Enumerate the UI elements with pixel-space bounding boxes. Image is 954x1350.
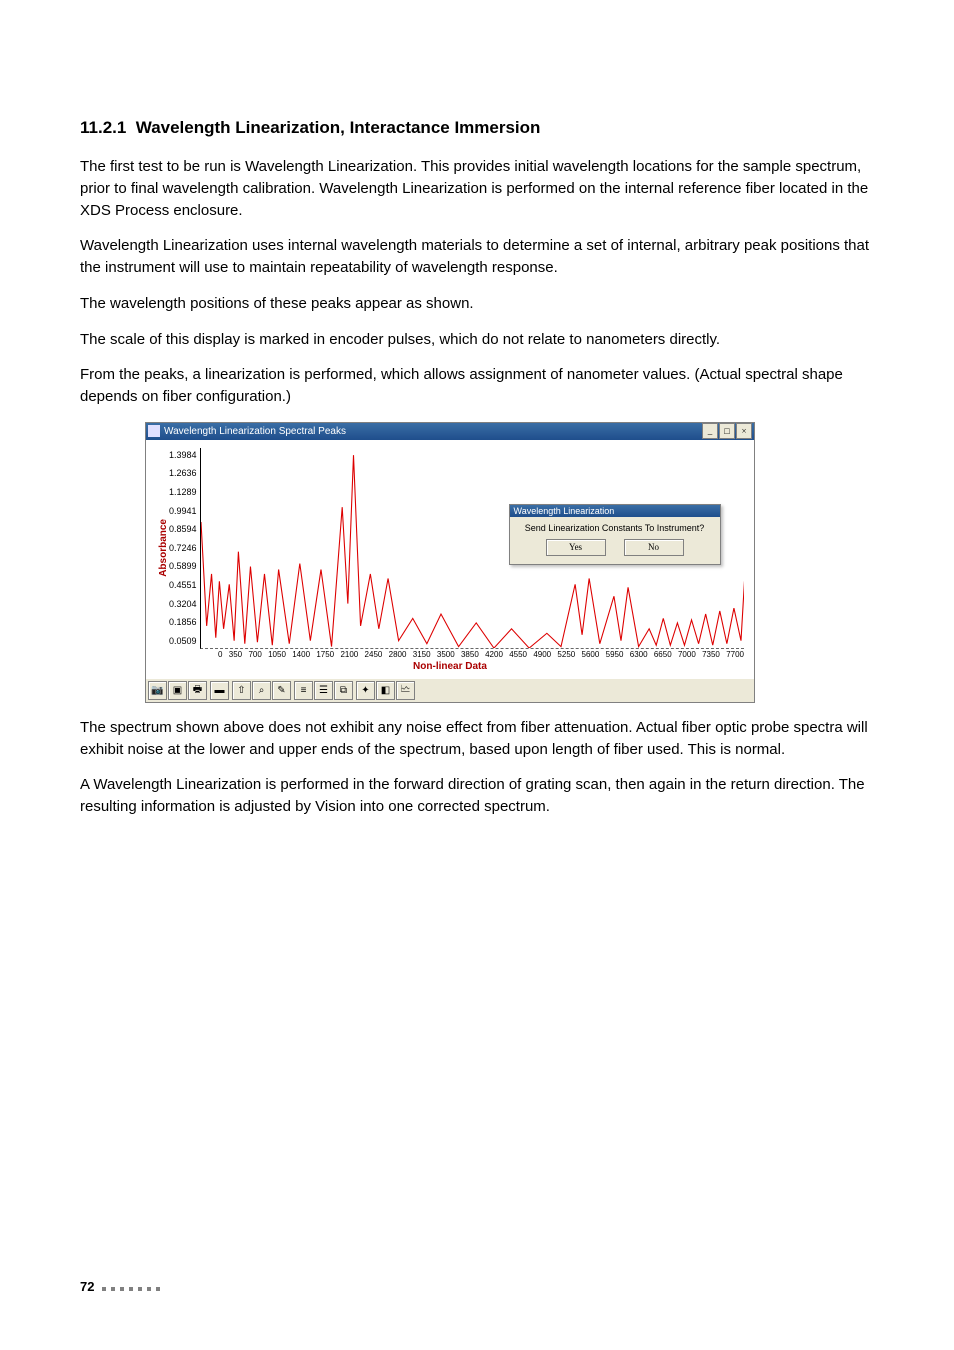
x-tick: 3500 bbox=[437, 650, 455, 659]
x-tick: 5600 bbox=[582, 650, 600, 659]
footer-dots bbox=[102, 1279, 165, 1294]
y-tick: 0.5899 bbox=[169, 561, 197, 571]
window-icon bbox=[148, 425, 160, 437]
y-tick: 0.9941 bbox=[169, 506, 197, 516]
y-tick: 1.3984 bbox=[169, 450, 197, 460]
camera-icon[interactable]: 📷 bbox=[148, 681, 167, 700]
paragraph: The first test to be run is Wavelength L… bbox=[80, 156, 874, 221]
x-tick: 6650 bbox=[654, 650, 672, 659]
x-tick: 700 bbox=[248, 650, 261, 659]
chart-toolbar: 📷▣🖶▬⇧⌕✎≡☰⧉✦◧🗠 bbox=[146, 678, 754, 702]
plot-area[interactable]: Wavelength Linearization Send Linearizat… bbox=[200, 448, 744, 649]
dialog-message: Send Linearization Constants To Instrume… bbox=[510, 517, 720, 539]
window-title-bar[interactable]: Wavelength Linearization Spectral Peaks … bbox=[146, 423, 754, 440]
print-icon[interactable]: 🖶 bbox=[188, 681, 207, 700]
x-tick: 4200 bbox=[485, 650, 503, 659]
list-icon[interactable]: ☰ bbox=[314, 681, 333, 700]
color-icon[interactable]: ▬ bbox=[210, 681, 229, 700]
section-title: Wavelength Linearization, Interactance I… bbox=[136, 118, 541, 137]
x-axis-ticks: 0 350 700 1050 1400 1750 2100 2450 2800 3150 3500 3… bbox=[218, 649, 744, 659]
x-tick: 1400 bbox=[292, 650, 310, 659]
y-tick: 0.4551 bbox=[169, 580, 197, 590]
paragraph: The scale of this display is marked in e… bbox=[80, 329, 874, 351]
region-icon[interactable]: ◧ bbox=[376, 681, 395, 700]
axis-up-icon[interactable]: ⇧ bbox=[232, 681, 251, 700]
x-tick: 7350 bbox=[702, 650, 720, 659]
yes-button[interactable]: Yes bbox=[546, 539, 606, 556]
paragraph: The spectrum shown above does not exhibi… bbox=[80, 717, 874, 761]
x-axis-label: Non-linear Data bbox=[156, 659, 744, 674]
no-button[interactable]: No bbox=[624, 539, 684, 556]
tag-icon[interactable]: ⧉ bbox=[334, 681, 353, 700]
x-tick: 3850 bbox=[461, 650, 479, 659]
x-tick: 7000 bbox=[678, 650, 696, 659]
y-axis-label: Absorbance bbox=[156, 519, 169, 577]
x-tick: 2450 bbox=[365, 650, 383, 659]
y-tick: 0.3204 bbox=[169, 599, 197, 609]
x-tick: 6300 bbox=[630, 650, 648, 659]
paragraph: From the peaks, a linearization is perfo… bbox=[80, 364, 874, 408]
confirmation-dialog: Wavelength Linearization Send Linearizat… bbox=[509, 504, 721, 565]
page-number: 72 bbox=[80, 1279, 94, 1294]
x-tick: 5250 bbox=[557, 650, 575, 659]
paragraph: A Wavelength Linearization is performed … bbox=[80, 774, 874, 818]
y-tick: 1.1289 bbox=[169, 487, 197, 497]
maximize-button[interactable]: □ bbox=[719, 423, 735, 439]
y-tick: 0.8594 bbox=[169, 524, 197, 534]
x-tick: 5950 bbox=[606, 650, 624, 659]
x-tick: 2800 bbox=[389, 650, 407, 659]
section-heading: 11.2.1 Wavelength Linearization, Interac… bbox=[80, 118, 874, 138]
marker-icon[interactable]: ✦ bbox=[356, 681, 375, 700]
paragraph: The wavelength positions of these peaks … bbox=[80, 293, 874, 315]
cursor-icon[interactable]: ≡ bbox=[294, 681, 313, 700]
y-tick: 1.2636 bbox=[169, 468, 197, 478]
x-tick: 4900 bbox=[533, 650, 551, 659]
section-number: 11.2.1 bbox=[80, 118, 126, 137]
chart-window: Wavelength Linearization Spectral Peaks … bbox=[145, 422, 755, 703]
zoom-full-icon[interactable]: ▣ bbox=[168, 681, 187, 700]
minimize-button[interactable]: _ bbox=[702, 423, 718, 439]
x-tick: 4550 bbox=[509, 650, 527, 659]
x-tick: 7700 bbox=[726, 650, 744, 659]
close-button[interactable]: × bbox=[736, 423, 752, 439]
chart-body: Absorbance 1.3984 1.2636 1.1289 0.9941 0.859… bbox=[146, 440, 754, 678]
x-tick: 0 bbox=[218, 650, 222, 659]
x-tick: 350 bbox=[229, 650, 242, 659]
dialog-title[interactable]: Wavelength Linearization bbox=[510, 505, 720, 517]
y-tick: 0.7246 bbox=[169, 543, 197, 553]
properties-icon[interactable]: 🗠 bbox=[396, 681, 415, 700]
axis-down-icon[interactable]: ⌕ bbox=[252, 681, 271, 700]
x-tick: 1050 bbox=[268, 650, 286, 659]
x-tick: 1750 bbox=[316, 650, 334, 659]
paragraph: Wavelength Linearization uses internal w… bbox=[80, 235, 874, 279]
y-tick: 0.0509 bbox=[169, 636, 197, 646]
y-axis-ticks: 1.3984 1.2636 1.1289 0.9941 0.8594 0.7246 0.58… bbox=[169, 448, 200, 646]
page-footer: 72 bbox=[80, 1279, 165, 1294]
x-tick: 3150 bbox=[413, 650, 431, 659]
grid-icon[interactable]: ✎ bbox=[272, 681, 291, 700]
window-title: Wavelength Linearization Spectral Peaks bbox=[164, 426, 346, 437]
y-tick: 0.1856 bbox=[169, 617, 197, 627]
x-tick: 2100 bbox=[340, 650, 358, 659]
